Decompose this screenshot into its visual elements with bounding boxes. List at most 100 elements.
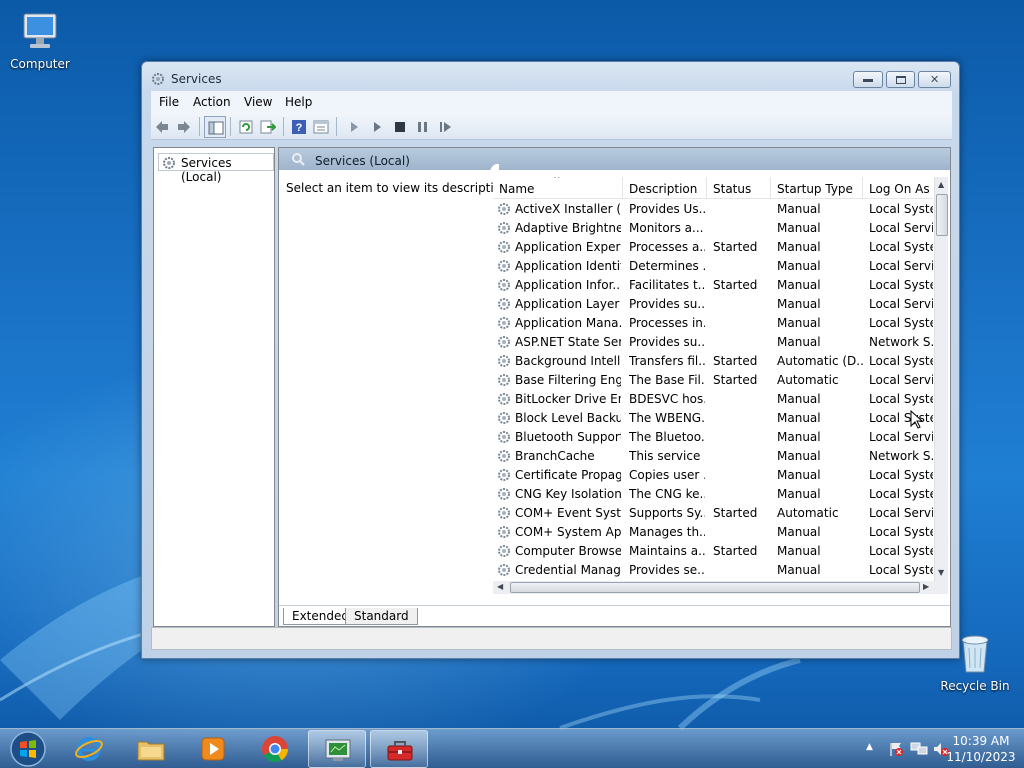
table-row[interactable]: Application Identity Determines ... Manual… [493, 257, 933, 276]
column-header-startup-type[interactable]: Startup Type [771, 177, 863, 199]
stop-service-button[interactable] [389, 116, 411, 138]
taskbar-internet-explorer[interactable] [60, 730, 118, 768]
table-row[interactable]: Bluetooth Support... The Bluetoo... Manual… [493, 428, 933, 447]
close-button[interactable]: ✕ [918, 71, 951, 88]
table-row[interactable]: Credential Manager Provides se... Manual Lo… [493, 561, 933, 580]
scroll-right-icon[interactable]: ▶ [923, 582, 929, 591]
table-row[interactable]: COM+ System Ap... Manages th... Manual Loca… [493, 523, 933, 542]
start-service-button[interactable] [343, 116, 365, 138]
service-status [713, 392, 771, 408]
table-row[interactable]: Computer Browser Maintains a... Started Man… [493, 542, 933, 561]
view-tabs: Extended Standard [279, 605, 950, 627]
service-status [713, 525, 771, 541]
service-description: BDESVC hos... [629, 392, 705, 406]
export-list-button[interactable] [257, 116, 279, 138]
show-hidden-icons-arrow[interactable]: ▲ [866, 742, 873, 752]
menu-action[interactable]: Action [193, 95, 231, 109]
forward-button[interactable] [173, 116, 195, 138]
service-gear-icon [498, 298, 510, 310]
menu-file[interactable]: File [159, 95, 179, 109]
pause-service-button[interactable] [412, 116, 434, 138]
table-row[interactable]: ActiveX Installer (... Provides Us... Manu… [493, 200, 933, 219]
system-tray: ▲ 10:39 AM 11/10/2023 [844, 729, 1024, 768]
start-service-alt-button[interactable] [366, 116, 388, 138]
desktop-icon-computer[interactable]: Computer [0, 10, 80, 71]
service-name: Application Infor... [515, 278, 621, 292]
scroll-down-icon[interactable]: ▼ [938, 568, 944, 577]
service-status: Started [713, 240, 758, 254]
console-tree: Services (Local) [153, 147, 275, 627]
properties-button[interactable] [310, 116, 332, 138]
resume-service-button[interactable] [435, 116, 457, 138]
minimize-button[interactable] [853, 71, 883, 88]
title-bar[interactable]: Services ✕ [142, 62, 959, 92]
service-log-on-as: Local Syste... [869, 240, 933, 254]
service-gear-icon [498, 222, 510, 234]
service-log-on-as: Local Syste... [869, 316, 933, 330]
table-row[interactable]: COM+ Event Syst... Supports Sy... Started A… [493, 504, 933, 523]
horizontal-scroll-thumb[interactable] [510, 582, 920, 593]
tree-item-label: Services (Local) [181, 156, 232, 184]
service-name: ASP.NET State Ser... [515, 335, 621, 349]
help-button[interactable]: ? [288, 116, 310, 138]
table-row[interactable]: Application Layer ... Provides su... Manua… [493, 295, 933, 314]
table-row[interactable]: Background Intelli... Transfers fil... Sta… [493, 352, 933, 371]
service-description: The CNG ke... [629, 487, 705, 501]
table-row[interactable]: Certificate Propag... Copies user ... Manu… [493, 466, 933, 485]
table-row[interactable]: Application Mana... Processes in... Manual… [493, 314, 933, 333]
scroll-left-icon[interactable]: ◀ [497, 582, 503, 591]
table-row[interactable]: BranchCache This service ... Manual Network… [493, 447, 933, 466]
vertical-scroll-thumb[interactable] [936, 194, 948, 236]
action-center-flag-icon[interactable] [888, 741, 904, 757]
service-status [713, 316, 771, 332]
service-description: This service ... [629, 449, 705, 463]
service-name: Application Mana... [515, 316, 621, 330]
taskbar-toolbox[interactable] [370, 730, 428, 768]
horizontal-scrollbar[interactable]: ◀ ▶ [493, 581, 948, 594]
service-status [713, 449, 771, 465]
table-row[interactable]: Adaptive Brightness Monitors a... Manual Lo… [493, 219, 933, 238]
column-header-name[interactable]: ^ Name [493, 177, 623, 199]
service-status: Started [713, 544, 758, 558]
maximize-icon [896, 76, 906, 84]
column-header-log-on-as[interactable]: Log On As [863, 177, 933, 199]
table-row[interactable]: ASP.NET State Ser... Provides su... Manual… [493, 333, 933, 352]
taskbar-chrome[interactable] [246, 730, 304, 768]
service-name: Bluetooth Support... [515, 430, 621, 444]
toolbar-separator [199, 117, 200, 136]
tree-item-services-local[interactable]: Services (Local) [158, 153, 274, 184]
service-startup-type: Manual [777, 278, 821, 292]
menu-help[interactable]: Help [285, 95, 312, 109]
column-header-description[interactable]: Description [623, 177, 707, 199]
taskbar-services[interactable] [308, 730, 366, 768]
toolbar-separator [336, 117, 337, 136]
service-log-on-as: Local Syste... [869, 544, 933, 558]
vertical-scrollbar[interactable]: ▲ ▼ [934, 177, 948, 581]
table-row[interactable]: CNG Key Isolation The CNG ke... Manual Loca… [493, 485, 933, 504]
back-icon [156, 121, 168, 133]
clock[interactable]: 10:39 AM 11/10/2023 [946, 733, 1016, 765]
menu-view[interactable]: View [244, 95, 272, 109]
service-startup-type: Manual [777, 544, 821, 558]
back-button[interactable] [151, 116, 173, 138]
maximize-button[interactable] [886, 71, 915, 88]
table-row[interactable]: Application Infor... Facilitates t... Star… [493, 276, 933, 295]
tab-standard[interactable]: Standard [345, 608, 418, 625]
service-log-on-as: Local Servic [869, 297, 933, 311]
show-hide-console-tree-button[interactable] [204, 116, 226, 138]
taskbar-media-player[interactable] [184, 730, 242, 768]
table-row[interactable]: BitLocker Drive En... BDESVC hos... Manual… [493, 390, 933, 409]
start-button[interactable] [4, 729, 50, 768]
table-row[interactable]: Application Experi... Processes a... Start… [493, 238, 933, 257]
service-name: COM+ Event Syst... [515, 506, 621, 520]
network-icon[interactable] [910, 741, 928, 757]
toolbar: ? [151, 113, 952, 140]
scroll-up-icon[interactable]: ▲ [938, 180, 944, 189]
clock-date: 11/10/2023 [946, 750, 1016, 764]
table-row[interactable]: Block Level Backu...The WBENG...ManualLo… [493, 409, 933, 428]
refresh-button[interactable] [235, 116, 257, 138]
service-description: Supports Sy... [629, 506, 705, 520]
taskbar-file-explorer[interactable] [122, 730, 180, 768]
table-row[interactable]: Base Filtering Engi... The Base Fil... Sta… [493, 371, 933, 390]
column-header-status[interactable]: Status [707, 177, 771, 199]
